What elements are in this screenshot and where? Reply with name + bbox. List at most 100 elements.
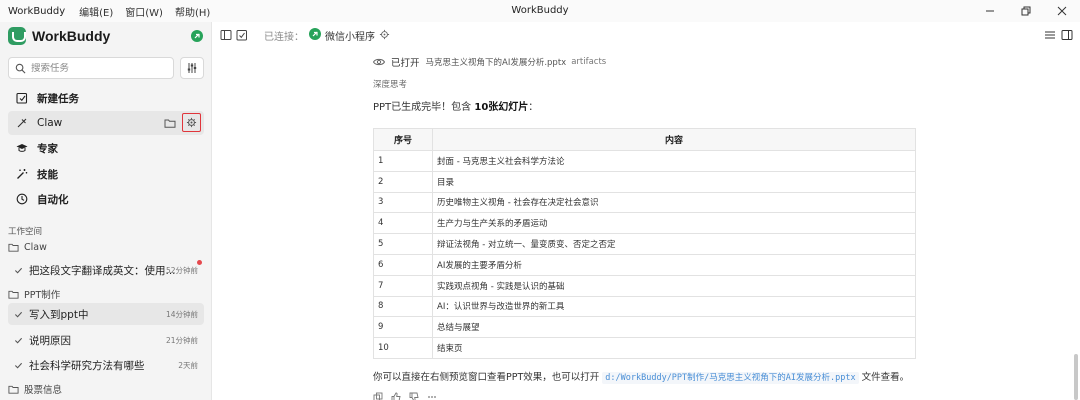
table-row: 1 封面 - 马克思主义社会科学方法论 bbox=[373, 150, 916, 172]
check-icon bbox=[14, 267, 23, 274]
nav-new-task[interactable]: 新建任务 bbox=[8, 86, 204, 110]
preview-hint-prefix: 你可以直接在右侧预览窗口查看PPT效果，也可以打开 bbox=[373, 372, 603, 383]
task-item[interactable]: 把这段文字翻译成英文：使用... 52分钟前 bbox=[8, 259, 204, 281]
folder-icon bbox=[8, 243, 19, 252]
check-icon bbox=[14, 337, 23, 344]
task-time: 14分钟前 bbox=[165, 309, 198, 319]
task-item[interactable]: 说明原因 21分钟前 bbox=[8, 329, 204, 351]
preview-hint-suffix: 文件查看。 bbox=[858, 372, 910, 383]
minimize-button[interactable] bbox=[972, 0, 1008, 22]
collapse-sidebar-icon[interactable] bbox=[220, 29, 232, 41]
eye-icon bbox=[373, 58, 385, 66]
toggle-preview-panel-icon[interactable] bbox=[1061, 29, 1073, 41]
claw-icon bbox=[17, 118, 27, 128]
opened-label: 已打开 bbox=[391, 58, 420, 69]
menu-edit[interactable]: 编辑(E) bbox=[79, 4, 113, 19]
nav-claw[interactable]: Claw bbox=[8, 111, 204, 135]
brand-logo-icon bbox=[8, 27, 26, 45]
restore-icon bbox=[1021, 6, 1031, 16]
table-header-index: 序号 bbox=[373, 128, 433, 151]
task-item[interactable]: 社会科学研究方法有哪些 2天前 bbox=[8, 354, 204, 376]
opened-file-line: 已打开 马克思主义视角下的AI发展分析.pptx artifacts bbox=[373, 55, 606, 69]
new-chat-icon[interactable] bbox=[236, 29, 248, 41]
menu-window[interactable]: 窗口(W) bbox=[125, 4, 163, 19]
slide-content: 封面 - 马克思主义社会科学方法论 bbox=[432, 150, 916, 172]
close-icon bbox=[1057, 6, 1067, 16]
table-row: 6 AI发展的主要矛盾分析 bbox=[373, 253, 916, 276]
task-time: 2天前 bbox=[178, 360, 198, 370]
thumbs-up-icon[interactable] bbox=[391, 392, 401, 400]
app-menu-name[interactable]: WorkBuddy bbox=[8, 6, 65, 17]
table-row: 7 实践观点视角 - 实践是认识的基础 bbox=[373, 274, 916, 297]
check-icon bbox=[14, 362, 23, 369]
table-header-content: 内容 bbox=[432, 128, 916, 151]
nav-automation-label: 自动化 bbox=[37, 193, 69, 206]
slide-index: 9 bbox=[373, 316, 433, 339]
workspace-label: 工作空间 bbox=[8, 227, 43, 237]
preview-hint: 你可以直接在右侧预览窗口查看PPT效果，也可以打开 d:/WorkBuddy/P… bbox=[373, 369, 910, 384]
connected-label: 已连接： bbox=[264, 32, 304, 43]
opened-file-name[interactable]: 马克思主义视角下的AI发展分析.pptx bbox=[426, 56, 567, 68]
magic-wand-icon bbox=[17, 169, 28, 179]
slide-index: 6 bbox=[373, 253, 433, 276]
menu-icon[interactable] bbox=[1044, 29, 1056, 41]
title-bar: WorkBuddy 编辑(E) 窗口(W) 帮助(H) WorkBuddy bbox=[0, 0, 1080, 22]
sidebar: WorkBuddy 新建任务 Claw 专家 技能 自动化 工作空间 bbox=[0, 22, 212, 400]
ppt-done-suffix: ： bbox=[528, 102, 539, 113]
thumbs-down-icon[interactable] bbox=[409, 392, 419, 400]
task-title: 把这段文字翻译成英文：使用... bbox=[29, 264, 176, 277]
connection-status-icon[interactable] bbox=[191, 30, 203, 42]
thinking-label[interactable]: 深度思考 bbox=[373, 78, 407, 90]
menu-help[interactable]: 帮助(H) bbox=[175, 4, 210, 19]
folder-open-icon[interactable] bbox=[164, 117, 176, 129]
close-button[interactable] bbox=[1044, 0, 1080, 22]
more-icon[interactable] bbox=[427, 392, 437, 400]
slide-index: 3 bbox=[373, 191, 433, 214]
ppt-done-message: PPT已生成完毕！包含 10张幻灯片： bbox=[373, 98, 538, 113]
slide-content: 结束页 bbox=[432, 337, 916, 359]
workspace-group-ppt[interactable]: PPT制作 bbox=[8, 287, 60, 301]
group-name: 股票信息 bbox=[24, 385, 63, 396]
slide-index: 1 bbox=[373, 150, 433, 172]
clock-icon bbox=[16, 193, 28, 205]
slides-table: 序号 内容 1 封面 - 马克思主义社会科学方法论 2 目录 3 历史唯物主义视角 -… bbox=[373, 128, 916, 359]
table-row: 3 历史唯物主义视角 - 社会存在决定社会意识 bbox=[373, 191, 916, 214]
ppt-done-prefix: PPT已生成完毕！包含 bbox=[373, 102, 475, 113]
scrollbar-thumb[interactable] bbox=[1074, 354, 1078, 400]
slide-index: 8 bbox=[373, 295, 433, 318]
copy-icon[interactable] bbox=[373, 392, 383, 400]
group-name: Claw bbox=[24, 242, 47, 253]
slide-index: 10 bbox=[373, 337, 433, 359]
connection-name[interactable]: 微信小程序 bbox=[325, 28, 375, 43]
claw-settings-button[interactable] bbox=[182, 113, 201, 132]
slide-content: AI发展的主要矛盾分析 bbox=[432, 253, 916, 276]
table-row: 5 辩证法视角 - 对立统一、量变质变、否定之否定 bbox=[373, 233, 916, 255]
filter-button[interactable] bbox=[180, 57, 204, 79]
main-panel: 已连接： 微信小程序 已打开 马克思主义视角下的AI发展分析.pptx arti… bbox=[212, 22, 1080, 400]
search-box[interactable] bbox=[8, 57, 174, 79]
slide-index: 5 bbox=[373, 233, 433, 255]
slide-content: AI：认识世界与改造世界的新工具 bbox=[432, 295, 916, 318]
sliders-icon bbox=[187, 63, 197, 73]
nav-expert-label: 专家 bbox=[37, 142, 58, 155]
restore-button[interactable] bbox=[1008, 0, 1044, 22]
workspace-group-claw[interactable]: Claw bbox=[8, 242, 47, 253]
slide-content: 历史唯物主义视角 - 社会存在决定社会意识 bbox=[432, 191, 916, 214]
file-path-link[interactable]: d:/WorkBuddy/PPT制作/马克思主义视角下的AI发展分析.pptx bbox=[602, 372, 859, 384]
ppt-slide-count: 10张幻灯片 bbox=[474, 102, 529, 113]
workspace-group-stock[interactable]: 股票信息 bbox=[8, 382, 62, 396]
slide-content: 目录 bbox=[432, 170, 916, 193]
connection-settings-icon[interactable] bbox=[379, 29, 390, 40]
slide-index: 2 bbox=[373, 170, 433, 193]
nav-skills[interactable]: 技能 bbox=[8, 162, 204, 186]
gear-icon bbox=[186, 117, 197, 128]
task-item[interactable]: 写入到ppt中 14分钟前 bbox=[8, 303, 204, 325]
check-icon bbox=[14, 311, 23, 318]
nav-expert[interactable]: 专家 bbox=[8, 136, 204, 160]
nav-new-task-label: 新建任务 bbox=[37, 92, 79, 105]
search-input[interactable] bbox=[31, 62, 171, 74]
nav-automation[interactable]: 自动化 bbox=[8, 187, 204, 211]
graduation-cap-icon bbox=[16, 144, 28, 152]
opened-file-tag: artifacts bbox=[571, 57, 607, 67]
nav-claw-label: Claw bbox=[37, 117, 63, 129]
